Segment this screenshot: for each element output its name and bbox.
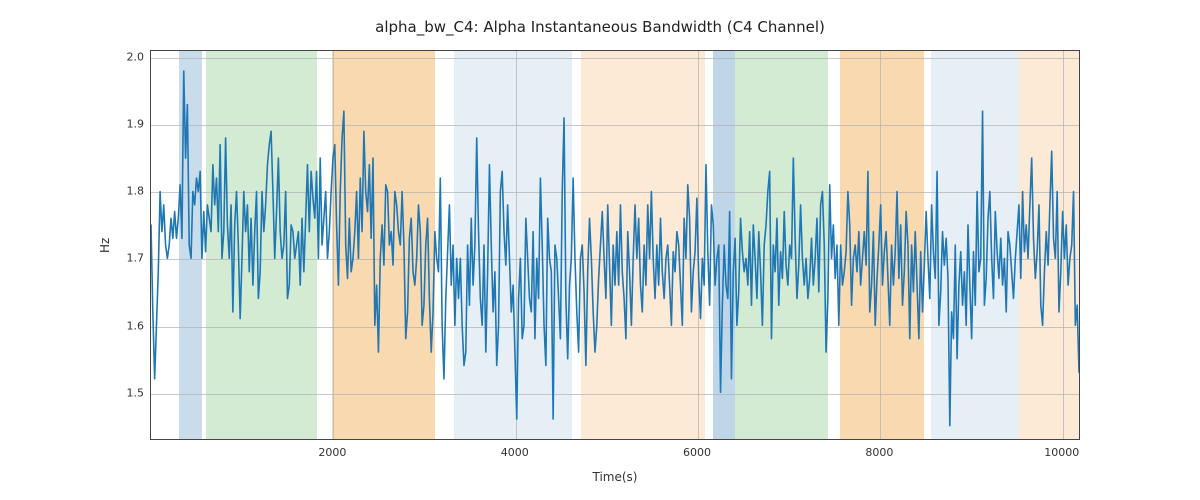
x-tick-label: 2000 [302, 446, 362, 459]
y-tick-label: 1.7 [84, 252, 144, 265]
x-axis-label: Time(s) [150, 470, 1080, 484]
y-tick-label: 1.8 [84, 185, 144, 198]
figure: alpha_bw_C4: Alpha Instantaneous Bandwid… [0, 0, 1200, 500]
x-tick-label: 8000 [849, 446, 909, 459]
plot-area [150, 50, 1080, 440]
y-tick-label: 1.9 [84, 117, 144, 130]
y-tick-label: 1.5 [84, 386, 144, 399]
x-tick-label: 10000 [1032, 446, 1092, 459]
x-tick-label: 4000 [485, 446, 545, 459]
x-tick-label: 6000 [667, 446, 727, 459]
y-tick-label: 1.6 [84, 319, 144, 332]
y-tick-label: 2.0 [84, 50, 144, 63]
y-axis-label: Hz [98, 50, 112, 440]
chart-title: alpha_bw_C4: Alpha Instantaneous Bandwid… [0, 18, 1200, 36]
line-series [151, 51, 1079, 439]
line-path [151, 71, 1079, 426]
